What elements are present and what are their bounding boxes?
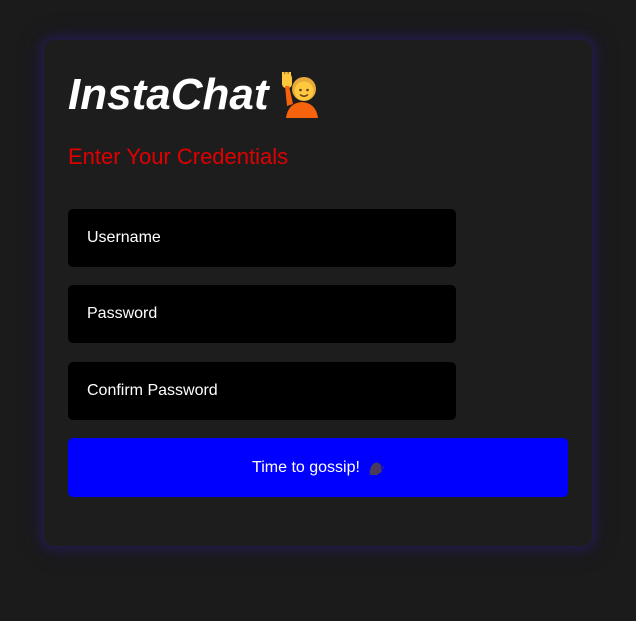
form-subtitle: Enter Your Credentials <box>68 144 289 169</box>
submit-button-label: Time to gossip! <box>252 458 360 476</box>
speaking-head-icon <box>368 460 384 476</box>
password-input[interactable] <box>68 285 456 343</box>
signup-card: InstaChat Enter Your Credentials Usernam… <box>44 40 592 546</box>
submit-button[interactable]: Time to gossip! <box>68 438 568 497</box>
person-raising-hand-icon <box>278 70 322 118</box>
username-input[interactable] <box>68 209 456 267</box>
app-title: InstaChat <box>68 70 269 119</box>
confirm-password-input[interactable] <box>68 362 456 420</box>
title-row: InstaChat <box>68 70 322 120</box>
